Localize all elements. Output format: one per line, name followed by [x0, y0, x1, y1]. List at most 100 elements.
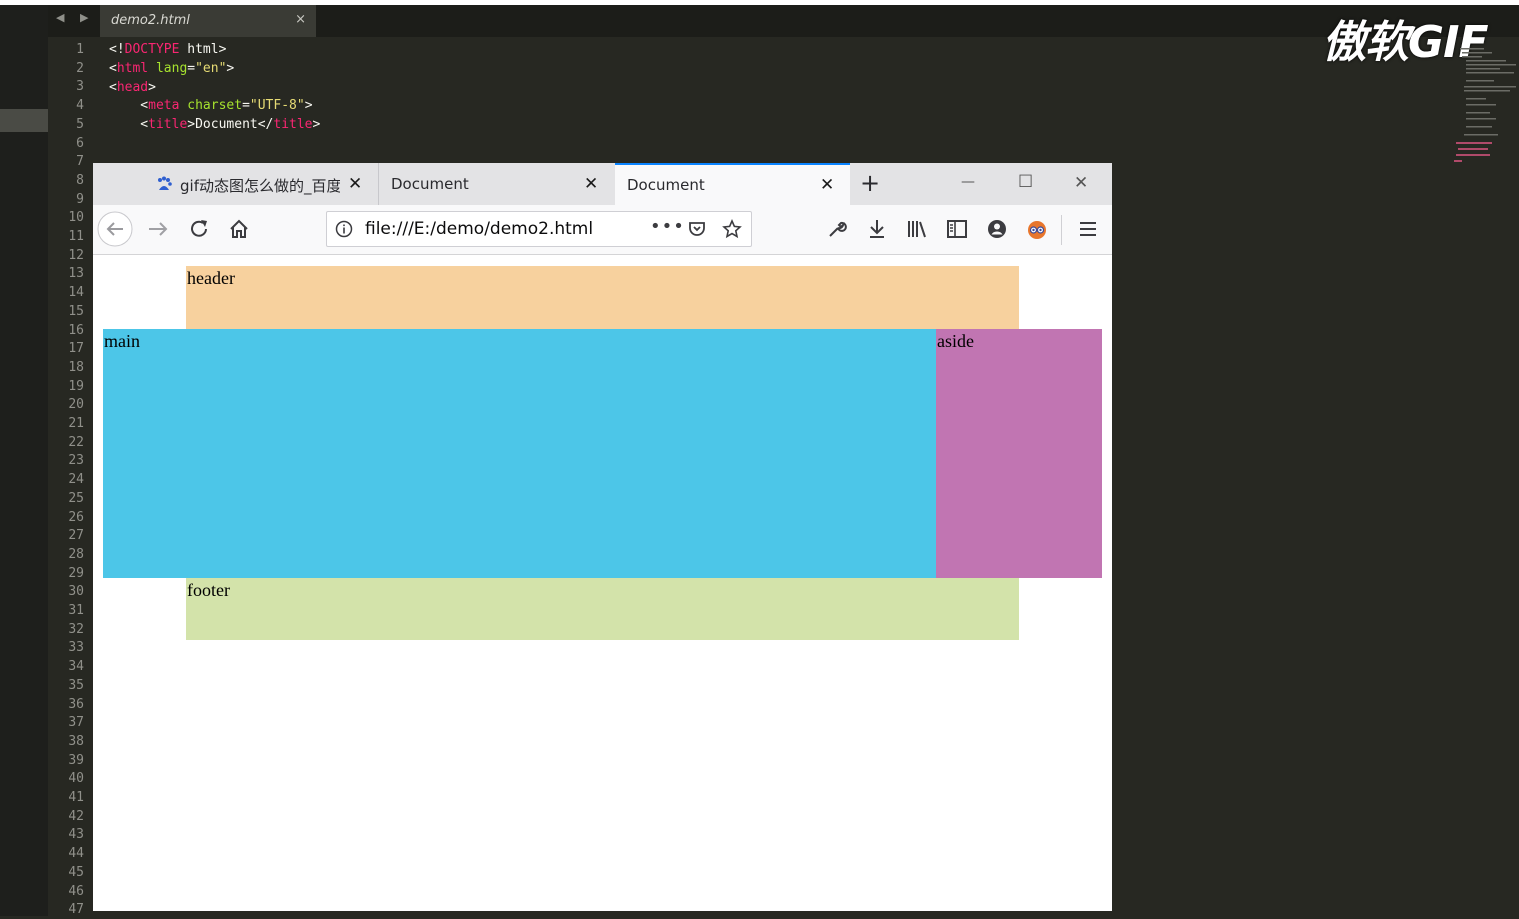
- line-number: 33: [68, 640, 84, 656]
- line-number: 19: [68, 378, 84, 394]
- line-number: 15: [68, 303, 84, 319]
- line-number: 6: [76, 135, 84, 151]
- line-number: 3: [76, 79, 84, 95]
- toolbar-separator: [1061, 215, 1062, 245]
- header-block: header: [186, 266, 1019, 329]
- line-number: 26: [68, 509, 84, 525]
- editor-left-highlight: [0, 109, 48, 132]
- line-number: 20: [68, 397, 84, 413]
- line-number: 11: [68, 229, 84, 244]
- main-label: main: [104, 331, 140, 351]
- line-number: 2: [76, 60, 84, 76]
- line-number: 30: [68, 584, 84, 600]
- sidebar-icon[interactable]: [946, 219, 968, 239]
- line-number: 32: [68, 621, 84, 637]
- url-text: file:///E:/demo/demo2.html: [365, 219, 594, 239]
- editor-tab-nav-arrows[interactable]: ◀ ▶: [56, 11, 94, 24]
- editor-left-panel: [0, 5, 48, 916]
- line-number: 17: [68, 341, 84, 357]
- browser-tab-bar: gif动态图怎么做的_百度 ✕ Document ✕ Document ✕ + …: [93, 163, 1112, 205]
- line-number: 4: [76, 98, 84, 114]
- line-number: 40: [68, 771, 84, 787]
- new-tab-icon[interactable]: +: [860, 169, 880, 197]
- line-number: 13: [68, 266, 84, 282]
- wrench-icon[interactable]: [827, 219, 847, 239]
- editor-file-tab[interactable]: demo2.html ×: [100, 5, 316, 37]
- bookmark-star-icon[interactable]: [722, 219, 742, 239]
- line-number: 38: [68, 733, 84, 749]
- line-number: 28: [68, 546, 84, 562]
- browser-window: gif动态图怎么做的_百度 ✕ Document ✕ Document ✕ + …: [93, 163, 1112, 911]
- browser-tab-document-1[interactable]: Document ✕: [379, 163, 614, 205]
- code-line-5: <title>Document</title>: [109, 117, 321, 132]
- page-content: header main aside footer: [93, 255, 1112, 911]
- home-icon[interactable]: [228, 218, 250, 240]
- line-number: 44: [68, 846, 84, 862]
- line-number: 12: [68, 247, 84, 263]
- minimize-icon[interactable]: —: [961, 174, 975, 190]
- line-number: 45: [68, 864, 84, 880]
- line-number: 24: [68, 472, 84, 488]
- browser-toolbar: file:///E:/demo/demo2.html •••: [93, 205, 1112, 255]
- line-number: 37: [68, 715, 84, 731]
- extension-icon[interactable]: [1026, 218, 1048, 240]
- line-number: 43: [68, 827, 84, 843]
- line-number: 42: [68, 808, 84, 824]
- line-number: 23: [68, 453, 84, 469]
- menu-icon[interactable]: [1078, 220, 1098, 238]
- code-line-1: <!DOCTYPE html>: [109, 42, 227, 57]
- line-number: 9: [76, 191, 84, 207]
- line-number: 7: [76, 154, 84, 170]
- forward-icon[interactable]: [147, 219, 169, 239]
- tab-close-icon[interactable]: ✕: [584, 174, 598, 194]
- code-line-3: <head>: [109, 80, 156, 95]
- footer-block: footer: [186, 578, 1019, 640]
- browser-tab-label: Document: [627, 176, 705, 194]
- back-icon[interactable]: [97, 211, 133, 247]
- tab-close-icon[interactable]: ✕: [348, 174, 362, 194]
- line-number: 22: [68, 434, 84, 450]
- maximize-icon[interactable]: ☐: [1018, 172, 1033, 192]
- baidu-paw-icon: [158, 176, 172, 190]
- line-number: 35: [68, 677, 84, 693]
- aside-block: aside: [936, 329, 1102, 578]
- main-block: main: [103, 329, 936, 578]
- code-line-4: <meta charset="UTF-8">: [109, 98, 313, 113]
- line-number: 21: [68, 416, 84, 431]
- footer-label: footer: [187, 580, 230, 600]
- browser-tab-label: Document: [391, 175, 469, 193]
- line-number: 46: [68, 883, 84, 899]
- editor-minimap: [1454, 48, 1516, 162]
- reload-icon[interactable]: [189, 218, 211, 240]
- line-number: 8: [76, 172, 84, 188]
- line-number: 41: [68, 790, 84, 805]
- info-icon[interactable]: [335, 220, 353, 238]
- browser-tab-baidu[interactable]: gif动态图怎么做的_百度 ✕: [145, 163, 378, 205]
- editor-file-tab-label: demo2.html: [111, 13, 190, 28]
- download-icon[interactable]: [867, 218, 887, 240]
- line-number: 27: [68, 528, 84, 544]
- line-number: 16: [68, 322, 84, 338]
- more-icon[interactable]: •••: [650, 216, 685, 237]
- line-number: 10: [68, 210, 84, 226]
- line-number: 34: [68, 659, 84, 675]
- line-number: 29: [68, 565, 84, 581]
- line-number: 31: [68, 603, 84, 618]
- window-close-icon[interactable]: ✕: [1074, 173, 1088, 193]
- line-number: 1: [76, 42, 84, 57]
- editor-file-tab-close-icon[interactable]: ×: [295, 12, 306, 27]
- header-label: header: [187, 268, 235, 288]
- line-number: 18: [68, 359, 84, 375]
- account-icon[interactable]: [986, 218, 1008, 240]
- browser-tab-document-active[interactable]: Document ✕: [615, 163, 850, 205]
- url-bar[interactable]: file:///E:/demo/demo2.html •••: [326, 211, 752, 247]
- library-icon[interactable]: [906, 219, 928, 239]
- aside-label: aside: [937, 331, 974, 351]
- browser-tab-label: gif动态图怎么做的_百度: [180, 177, 340, 195]
- line-number: 39: [68, 752, 84, 768]
- line-number: 36: [68, 696, 84, 712]
- line-number: 14: [68, 285, 84, 301]
- pocket-icon[interactable]: [687, 219, 707, 239]
- code-line-2: <html lang="en">: [109, 61, 235, 76]
- tab-close-icon[interactable]: ✕: [820, 175, 834, 195]
